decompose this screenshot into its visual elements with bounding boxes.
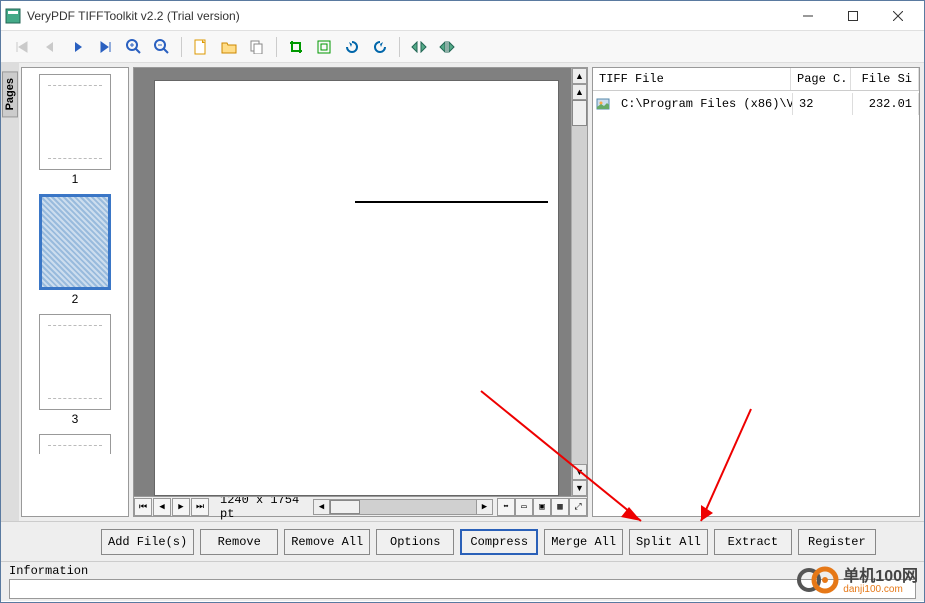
flip-v-icon[interactable] — [436, 36, 458, 58]
thumbnail[interactable] — [39, 434, 111, 454]
pages-tab[interactable]: Pages — [1, 63, 19, 521]
file-list-header: TIFF File Page C... File Si — [593, 68, 919, 91]
file-size: 232.01 — [853, 93, 919, 115]
extract-button[interactable]: Extract — [714, 529, 792, 555]
copy-icon[interactable] — [246, 36, 268, 58]
file-pages: 32 — [793, 93, 853, 115]
status-prev-icon[interactable]: ◀ — [153, 498, 171, 516]
file-path: C:\Program Files (x86)\Ver... — [615, 93, 793, 115]
remove-button[interactable]: Remove — [200, 529, 278, 555]
file-list-row[interactable]: C:\Program Files (x86)\Ver... 32 232.01 — [593, 91, 919, 117]
open-icon[interactable] — [218, 36, 240, 58]
column-file[interactable]: TIFF File — [593, 68, 791, 90]
grid-icon[interactable]: ▦ — [551, 498, 569, 516]
scroll-left-button[interactable]: ◀ — [314, 500, 330, 514]
last-page-button[interactable] — [95, 36, 117, 58]
expand-icon[interactable]: ⤢ — [569, 498, 587, 516]
scroll-right-button[interactable]: ▶ — [476, 500, 492, 514]
fit-width-icon[interactable]: ⬌ — [497, 498, 515, 516]
rotate-left-icon[interactable] — [341, 36, 363, 58]
thumbnail[interactable] — [39, 194, 111, 290]
toolbar — [1, 31, 924, 63]
column-pagecount[interactable]: Page C... — [791, 68, 851, 90]
first-page-button[interactable] — [11, 36, 33, 58]
file-icon — [596, 97, 612, 111]
document-page — [154, 80, 559, 496]
thumbnail-label: 3 — [72, 412, 79, 426]
add-file-button[interactable]: Add File(s) — [101, 529, 194, 555]
scroll-up-button[interactable]: ▲ — [572, 68, 587, 84]
page-viewer[interactable]: ▲ ▲ ▼ ▼ — [133, 67, 588, 497]
rotate-right-icon[interactable] — [369, 36, 391, 58]
scroll-down-button[interactable]: ▼ — [572, 480, 587, 496]
titlebar: VeryPDF TIFFToolkit v2.2 (Trial version) — [1, 1, 924, 31]
thumbnail[interactable] — [39, 74, 111, 170]
zoom-in-button[interactable] — [123, 36, 145, 58]
minimize-button[interactable] — [785, 2, 830, 30]
status-next-icon[interactable]: ▶ — [172, 498, 190, 516]
maximize-button[interactable] — [830, 2, 875, 30]
thumbnail-panel: 1 2 3 — [21, 67, 129, 517]
action-button-bar: Add File(s) Remove Remove All Options Co… — [1, 521, 924, 561]
scroll-thumb[interactable] — [572, 100, 587, 126]
window-title: VeryPDF TIFFToolkit v2.2 (Trial version) — [27, 9, 785, 23]
actual-size-icon[interactable]: ▣ — [533, 498, 551, 516]
register-button[interactable]: Register — [798, 529, 876, 555]
next-page-button[interactable] — [67, 36, 89, 58]
options-button[interactable]: Options — [376, 529, 454, 555]
file-list: TIFF File Page C... File Si C:\Program F… — [592, 67, 920, 517]
information-panel: Information — [1, 561, 924, 601]
scroll-down-button[interactable]: ▼ — [572, 464, 587, 480]
prev-page-button[interactable] — [39, 36, 61, 58]
compress-button[interactable]: Compress — [460, 529, 538, 555]
close-button[interactable] — [875, 2, 920, 30]
split-all-button[interactable]: Split All — [629, 529, 708, 555]
watermark-logo: 单机100网 danji100.com — [797, 565, 918, 598]
merge-all-button[interactable]: Merge All — [544, 529, 623, 555]
app-icon — [5, 8, 21, 24]
crop-icon[interactable] — [285, 36, 307, 58]
information-box — [9, 579, 916, 599]
logo-icon — [797, 565, 839, 598]
information-label: Information — [9, 564, 88, 578]
column-filesize[interactable]: File Si — [851, 68, 919, 90]
status-first-icon[interactable]: ⏮ — [134, 498, 152, 516]
fit-page-icon[interactable]: ▭ — [515, 498, 533, 516]
remove-all-button[interactable]: Remove All — [284, 529, 370, 555]
resize-icon[interactable] — [313, 36, 335, 58]
flip-h-icon[interactable] — [408, 36, 430, 58]
logo-text-cn: 单机100网 — [843, 569, 918, 585]
thumbnail[interactable] — [39, 314, 111, 410]
zoom-out-button[interactable] — [151, 36, 173, 58]
scroll-thumb[interactable] — [330, 500, 360, 514]
horizontal-scrollbar[interactable]: ◀ ▶ — [313, 499, 493, 515]
viewer-statusbar: ⏮ ◀ ▶ ⏭ 1240 x 1754 pt ◀ ▶ ⬌ ▭ ▣ ▦ ⤢ — [133, 497, 588, 517]
logo-text-en: danji100.com — [843, 585, 918, 595]
status-last-icon[interactable]: ⏭ — [191, 498, 209, 516]
thumbnail-label: 2 — [72, 292, 79, 306]
vertical-scrollbar[interactable]: ▲ ▲ ▼ ▼ — [571, 68, 587, 496]
thumbnail-label: 1 — [72, 172, 79, 186]
scroll-up-button[interactable]: ▲ — [572, 84, 587, 100]
new-page-icon[interactable] — [190, 36, 212, 58]
